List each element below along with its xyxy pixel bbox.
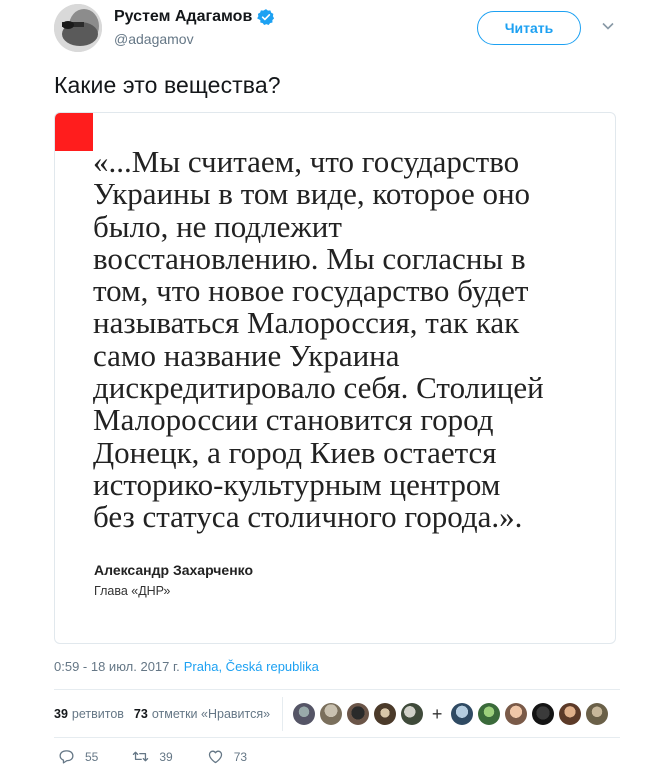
liker-avatar[interactable] [505, 703, 528, 725]
divider [54, 689, 620, 690]
likers-avatars: + [293, 703, 609, 725]
likes-count: 73 [133, 707, 148, 721]
quote-text: «...Мы считаем, что государство Украины … [93, 144, 608, 535]
retweets-stat[interactable]: 39 ретвитов [54, 707, 124, 721]
likes-label: отметки «Нравится» [151, 707, 271, 721]
author-name-row[interactable]: Рустем Адагамов [114, 8, 275, 26]
verified-badge-icon [257, 8, 275, 26]
liker-avatar[interactable] [320, 703, 343, 725]
quote-author-name: Александр Захарченко [94, 562, 254, 578]
tweet-header: Рустем Адагамов @adagamov Читать [54, 4, 624, 54]
liker-avatar[interactable] [532, 703, 555, 725]
like-button[interactable]: 73 [207, 748, 247, 765]
avatar[interactable] [54, 4, 102, 52]
quote-line: Донецк, а город Киев остается [93, 434, 497, 470]
quote-line: само название Украина [93, 337, 400, 373]
quote-line: дискредитировало себя. Столицей [93, 370, 544, 406]
tweet-location-link[interactable]: Praha, Česká republika [184, 659, 319, 674]
liker-avatar[interactable] [293, 703, 316, 725]
tweet-text: Какие это вещества? [54, 72, 281, 98]
likes-stat[interactable]: 73 отметки «Нравится» [134, 707, 270, 721]
liker-avatar[interactable] [559, 703, 582, 725]
retweet-button[interactable]: 39 [132, 748, 173, 765]
quote-line: Украины в том виде, которое оно [93, 176, 531, 212]
divider [282, 697, 284, 731]
quote-line: историко-культурным центром [93, 466, 501, 502]
quote-line: том, что новое государство будет [93, 273, 529, 309]
quote-line: без статуса столичного города.». [93, 499, 523, 535]
liker-avatar[interactable] [347, 703, 370, 725]
follow-button[interactable]: Читать [477, 11, 581, 45]
author-display-name[interactable]: Рустем Адагамов [114, 8, 252, 26]
liker-avatar[interactable] [451, 703, 474, 725]
reply-button[interactable]: 55 [58, 748, 98, 765]
quote-image-card[interactable]: «...Мы считаем, что государство Украины … [54, 112, 616, 644]
retweet-icon [133, 751, 149, 762]
quote-author-role: Глава «ДНР» [94, 584, 171, 598]
quote-line: восстановлению. Мы согласны в [93, 240, 526, 276]
tweet-metadata: 0:59 - 18 июл. 2017 г. Praha, Česká repu… [54, 659, 319, 674]
tweet-timestamp[interactable]: 0:59 - 18 июл. 2017 г. [54, 659, 180, 674]
liker-avatar[interactable] [401, 703, 424, 725]
tweet-stats: 39 ретвитов 73 отметки «Нравится» + [54, 697, 609, 731]
liker-avatar[interactable] [374, 703, 397, 725]
plus-icon: + [431, 703, 443, 724]
chevron-down-icon[interactable] [601, 19, 615, 33]
avatar-image [54, 4, 102, 52]
reply-icon [59, 750, 74, 764]
quote-line: называться Малороссия, так как [93, 305, 520, 341]
retweets-label: ретвитов [71, 707, 124, 721]
divider [54, 737, 620, 738]
heart-icon [208, 750, 222, 764]
liker-avatar[interactable] [478, 703, 501, 725]
quote-line: Малороссии становится город [93, 402, 494, 438]
tweet-actions: 55 39 73 [58, 748, 281, 765]
retweet-count: 39 [159, 749, 173, 764]
quote-line: было, не подлежит [93, 208, 342, 244]
liker-avatar[interactable] [586, 703, 609, 725]
quote-line: «...Мы считаем, что государство [93, 144, 520, 179]
author-handle[interactable]: @adagamov [114, 31, 194, 47]
accent-square [55, 113, 93, 151]
like-count: 73 [233, 749, 248, 764]
reply-count: 55 [85, 749, 99, 764]
retweets-count: 39 [54, 707, 68, 721]
